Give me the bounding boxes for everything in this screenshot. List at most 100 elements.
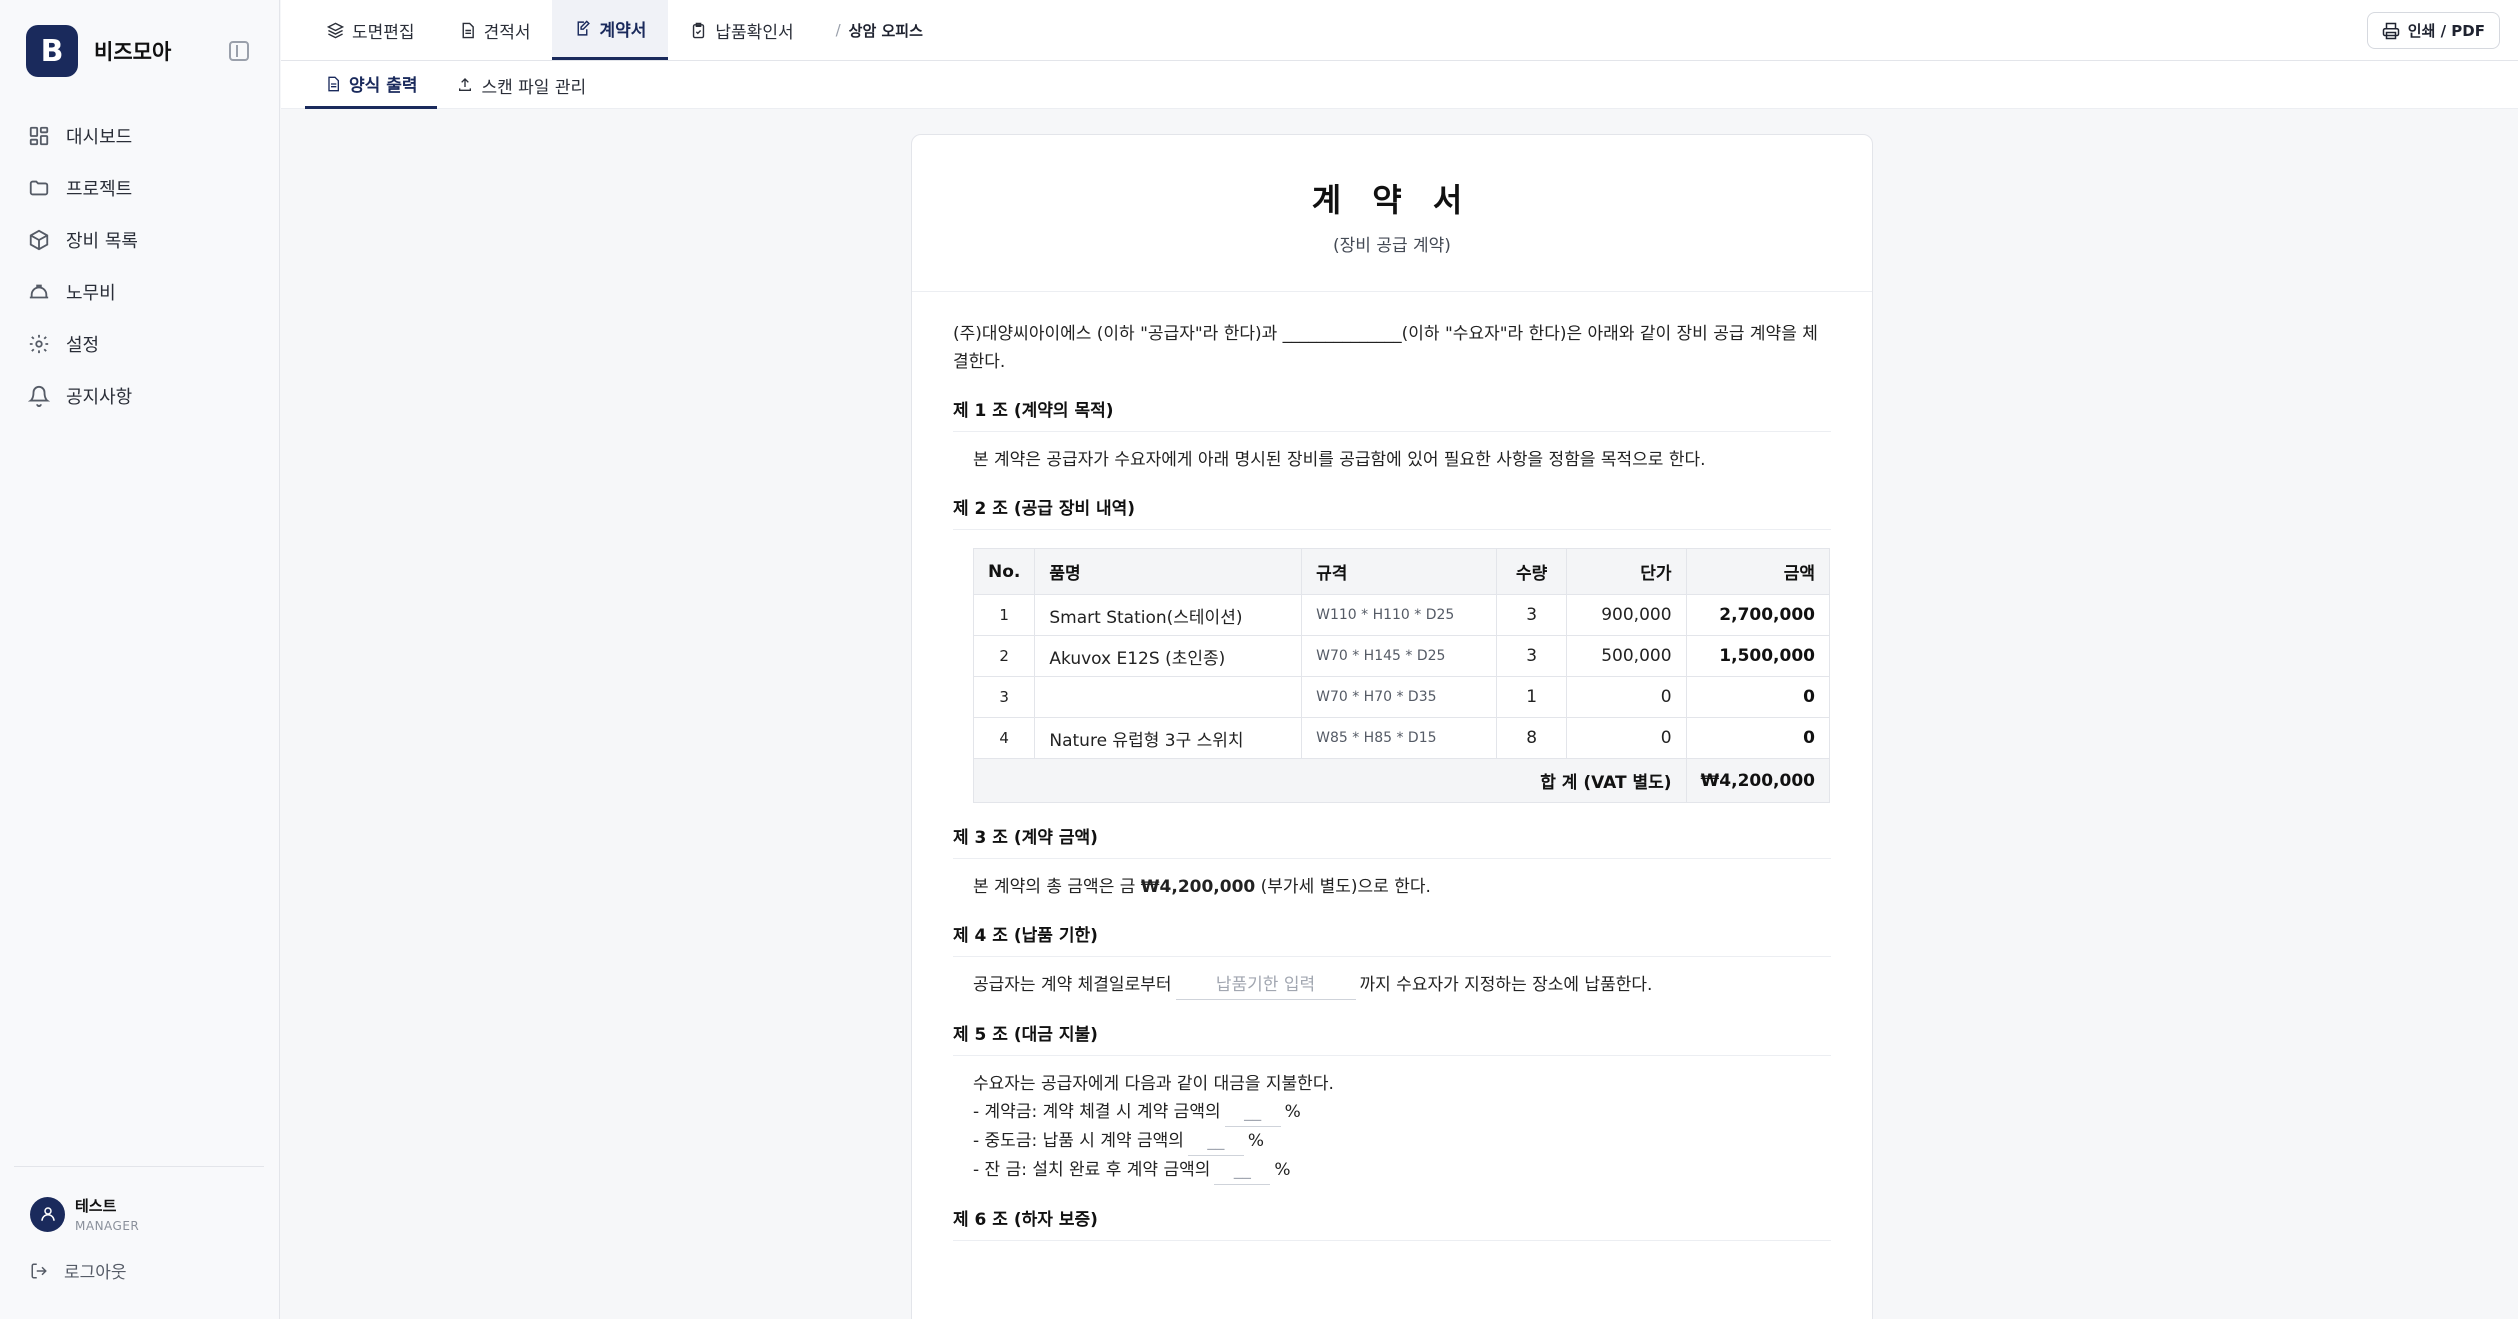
sidebar-item-dashboard[interactable]: 대시보드 [28,110,258,162]
tab-label: 도면편집 [352,22,415,43]
brand[interactable]: B 비즈모아 [26,25,171,77]
row-price: 0 [1565,676,1687,718]
article-3-title: 제 3 조 (계약 금액) [953,823,1831,859]
upload-icon [459,78,472,91]
brand-logo-letter: B [40,33,64,69]
contract-header: 계 약 서 (장비 공급 계약) [912,135,1872,292]
user-profile[interactable]: 테스트 MANAGER [30,1195,139,1233]
article-3-text-before: 본 계약의 총 금액은 금 [973,877,1141,897]
sidebar-nav: 대시보드 프로젝트 장비 목록 노무비 설정 공지사항 [28,110,258,422]
subtab-bar: 양식 출력 스캔 파일 관리 [281,61,2518,109]
sidebar-item-projects[interactable]: 프로젝트 [28,162,258,214]
article-5-title: 제 5 조 (대금 지불) [953,1020,1831,1056]
contract-body: (주)대양씨아이에스 (이하 "공급자"라 한다)과 _____________… [912,292,1872,1241]
row-spec: W70 * H70 * D35 [1301,676,1498,718]
payment-label: - 계약금: 계약 체결 시 계약 금액의 [973,1102,1221,1122]
article-4-text-before: 공급자는 계약 체결일로부터 [973,975,1172,995]
gear-icon [29,334,49,354]
folder-icon [29,180,49,196]
table-header-row: No. 품명 규격 수량 단가 금액 [972,548,1831,595]
table-row: 1 Smart Station(스테이션) W110 * H110 * D25 … [972,594,1831,636]
sidebar-item-labor[interactable]: 노무비 [28,266,258,318]
avatar [30,1196,65,1232]
payment-line-interim: - 중도금: 납품 시 계약 금액의 __% [973,1127,1831,1156]
table-row: 3 W70 * H70 * D35 1 0 0 [972,676,1831,718]
table-row: 2 Akuvox E12S (초인종) W70 * H145 * D25 3 5… [972,635,1831,677]
article-6-title: 제 6 조 (하자 보증) [953,1205,1831,1241]
interim-percent-input[interactable]: __ [1187,1127,1244,1156]
article-1-text: 본 계약은 공급자가 수요자에게 아래 명시된 장비를 공급함에 있어 필요한 … [973,450,1706,470]
dashboard-icon [29,126,49,146]
user-name: 테스트 [75,1197,117,1215]
sidebar-item-settings[interactable]: 설정 [28,318,258,370]
balance-percent-input[interactable]: __ [1214,1156,1271,1185]
sidebar-collapse-icon[interactable] [229,41,249,61]
article-4-title: 제 4 조 (납품 기한) [953,921,1831,957]
article-5-lead: 수요자는 공급자에게 다음과 같이 대금을 지불한다. [973,1074,1334,1094]
tab-contract[interactable]: 계약서 [552,0,669,60]
bell-icon [28,386,50,407]
row-no: 2 [972,635,1036,677]
brand-name: 비즈모아 [94,40,172,64]
payment-label: - 잔 금: 설치 완료 후 계약 금액의 [973,1160,1211,1180]
row-amount: 2,700,000 [1685,594,1831,636]
total-value: ₩4,200,000 [1685,758,1831,803]
equipment-table: No. 품명 규격 수량 단가 금액 1 Smart Station(스테이션)… [972,548,1831,803]
total-label: 합 계 (VAT 별도) [973,758,1687,803]
row-name: Nature 유럽형 3구 스위치 [1034,717,1303,759]
logout-button[interactable]: 로그아웃 [30,1258,127,1283]
subtab-scan-files[interactable]: 스캔 파일 관리 [437,61,606,109]
tab-drawing[interactable]: 도면편집 [305,0,437,60]
document-icon [328,76,339,91]
sidebar: B 비즈모아 대시보드 프로젝트 장비 목록 노무비 설정 공지사항 테스트 M… [0,0,280,1319]
column-header-qty: 수량 [1496,548,1567,595]
column-header-no: No. [972,548,1036,595]
row-qty: 3 [1496,635,1567,677]
sidebar-item-label: 대시보드 [66,127,133,148]
percent-unit: % [1274,1160,1291,1180]
sidebar-item-label: 장비 목록 [66,231,138,252]
tab-label: 납품확인서 [715,22,794,43]
percent-unit: % [1247,1131,1265,1151]
row-spec: W110 * H110 * D25 [1301,594,1498,636]
subtab-label: 양식 출력 [349,76,418,96]
clipboard-icon [693,22,705,38]
row-amount: 0 [1685,717,1831,759]
article-3-amount: ₩4,200,000 [1140,877,1256,897]
sidebar-item-label: 공지사항 [66,387,133,408]
row-qty: 8 [1496,717,1567,759]
table-total-row: 합 계 (VAT 별도) ₩4,200,000 [973,758,1831,803]
article-2-title: 제 2 조 (공급 장비 내역) [953,494,1831,530]
sidebar-item-equipment[interactable]: 장비 목록 [28,214,258,266]
contract-subtitle: (장비 공급 계약) [1333,236,1451,256]
payment-label: - 중도금: 납품 시 계약 금액의 [973,1131,1184,1151]
tab-estimate[interactable]: 견적서 [437,0,553,60]
delivery-deadline-input[interactable]: 납품기한 입력 [1175,971,1356,1000]
print-pdf-button[interactable]: 인쇄 / PDF [2366,12,2500,49]
contract-intro: (주)대양씨아이에스 (이하 "공급자"라 한다)과 _____________… [953,324,1818,372]
payment-line-deposit: - 계약금: 계약 체결 시 계약 금액의 __% [973,1098,1831,1127]
row-name: Smart Station(스테이션) [1034,594,1303,636]
row-price: 500,000 [1565,635,1687,677]
row-no: 3 [972,676,1036,718]
user-role: MANAGER [75,1219,140,1233]
sidebar-item-label: 노무비 [66,283,116,304]
article-3-text-after: (부가세 별도)으로 한다. [1255,877,1431,897]
subtab-form-output[interactable]: 양식 출력 [305,61,438,109]
tab-label: 계약서 [599,21,647,41]
row-spec: W85 * H85 * D15 [1301,717,1498,759]
row-amount: 0 [1685,676,1831,718]
hardhat-icon [29,284,49,299]
article-3-text: 본 계약의 총 금액은 금 ₩4,200,000 (부가세 별도)으로 한다. [953,859,1831,901]
deposit-percent-input[interactable]: __ [1224,1098,1281,1127]
column-header-spec: 규격 [1301,548,1498,595]
print-pdf-label: 인쇄 / PDF [2407,22,2485,40]
tab-delivery[interactable]: 납품확인서 [668,0,815,60]
user-icon [40,1207,55,1221]
row-spec: W70 * H145 * D25 [1301,635,1498,677]
breadcrumb: / 상암 오피스 [816,0,923,60]
sidebar-item-notices[interactable]: 공지사항 [28,370,258,422]
article-5-text: 수요자는 공급자에게 다음과 같이 대금을 지불한다. - 계약금: 계약 체결… [953,1056,1831,1185]
brand-logo: B [26,25,78,77]
logout-icon [31,1263,47,1278]
